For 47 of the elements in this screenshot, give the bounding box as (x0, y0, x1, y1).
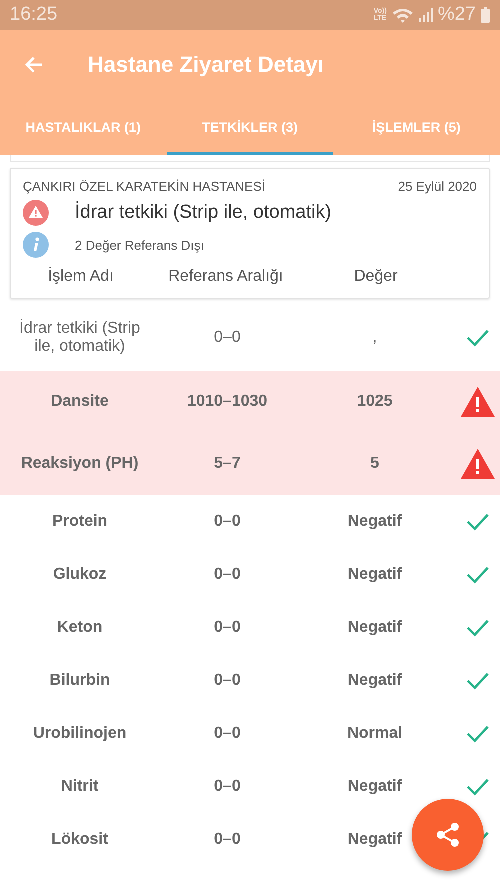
range-cell-text: 0–0 (213, 830, 242, 848)
value-cell-text: Negatif (346, 566, 404, 584)
range-cell-text: 0–0 (213, 618, 242, 636)
range-cell-text: 0–0 (213, 566, 242, 584)
value-cell-text: Negatif (346, 618, 404, 636)
test-name-cell-text: Protein (51, 512, 109, 530)
test-name-cell-text: Glukoz (52, 566, 108, 584)
info-text: 2 Değer Referans Dışı (75, 238, 204, 252)
test-name-cell-text: Bilurbin (48, 672, 112, 690)
range-cell-text: 0–0 (213, 329, 242, 347)
range-cell-text: 0–0 (213, 778, 242, 796)
status-time: 16:25 (10, 4, 58, 26)
value-cell-text: Negatif (346, 672, 404, 690)
tab[interactable]: HASTALIKLAR (1) (0, 100, 167, 155)
test-name-cell-text: Dansite (50, 393, 110, 411)
battery-percent: %27 (438, 4, 476, 26)
battery-icon (481, 7, 490, 23)
value-cell-text: Negatif (346, 512, 404, 530)
test-name: İdrar tetkiki (Strip ile, otomatik) (75, 202, 332, 224)
hospital-name: ÇANKIRI ÖZEL KARATEKİN HASTANESİ (23, 179, 266, 194)
visit-date: 25 Eylül 2020 (398, 179, 477, 194)
screen-title: Hastane Ziyaret Detayı (88, 52, 324, 78)
test-name-cell-text: Keton (56, 618, 104, 636)
column-header: Referans Aralığı (168, 268, 284, 286)
value-cell-text: 1025 (356, 393, 394, 411)
column-header: İşlem Adı (47, 268, 115, 286)
range-cell-text: 0–0 (213, 512, 242, 530)
value-cell-text: Negatif (346, 778, 404, 796)
range-cell-text: 1010–1030 (186, 393, 269, 411)
value-cell-text: Normal (346, 724, 404, 742)
test-name-cell-text: Reaksiyon (PH) (20, 455, 140, 473)
warning-icon (23, 200, 49, 226)
test-name-cell-text: Nitrit (60, 778, 100, 796)
value-cell-text: Negatif (346, 830, 404, 848)
range-cell-text: 0–0 (213, 672, 242, 690)
info-icon (23, 232, 49, 258)
test-name-cell-text: Urobilinojen (32, 724, 128, 742)
value-cell-text: 5 (370, 455, 380, 473)
test-name-cell-text: Lökosit (50, 830, 110, 848)
tab[interactable]: İŞLEMLER (5) (333, 100, 500, 155)
column-header: Değer (353, 268, 399, 286)
signal-icon (418, 8, 433, 22)
range-cell-text: 0–0 (213, 724, 242, 742)
range-cell-text: 5–7 (213, 455, 242, 473)
wifi-icon (392, 7, 414, 23)
test-name-cell-text: İdrar tetkiki (Strip ile, otomatik) (18, 320, 142, 356)
value-cell-text: , (372, 329, 378, 347)
